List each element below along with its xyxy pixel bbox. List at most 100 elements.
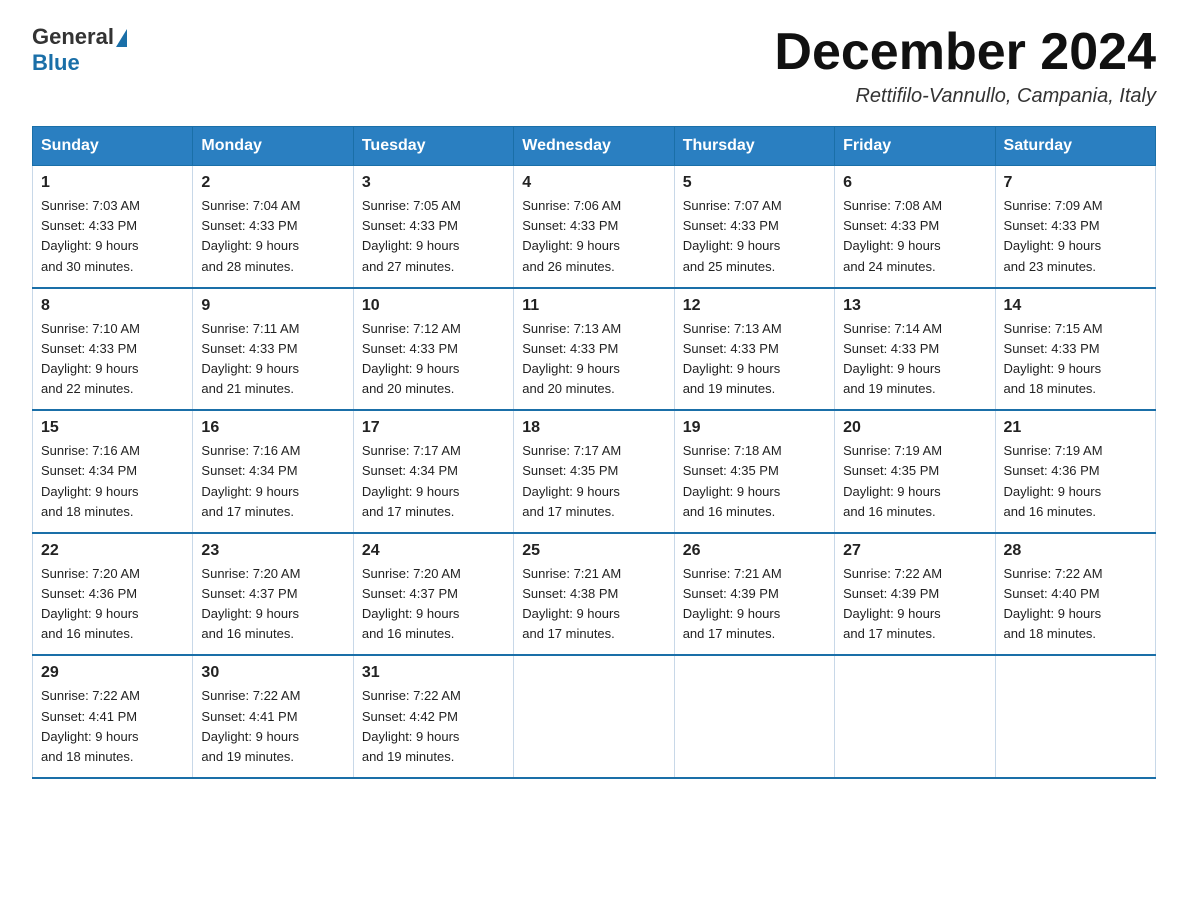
day-info: Sunrise: 7:20 AMSunset: 4:37 PMDaylight:…: [201, 564, 344, 645]
day-number: 18: [522, 419, 665, 437]
calendar-day-cell: 9 Sunrise: 7:11 AMSunset: 4:33 PMDayligh…: [193, 288, 353, 411]
calendar-day-cell: 27 Sunrise: 7:22 AMSunset: 4:39 PMDaylig…: [835, 533, 995, 656]
day-info: Sunrise: 7:16 AMSunset: 4:34 PMDaylight:…: [201, 441, 344, 522]
day-info: Sunrise: 7:22 AMSunset: 4:42 PMDaylight:…: [362, 686, 505, 767]
day-number: 1: [41, 174, 184, 192]
weekday-header-row: SundayMondayTuesdayWednesdayThursdayFrid…: [33, 127, 1156, 166]
weekday-header-sunday: Sunday: [33, 127, 193, 166]
day-info: Sunrise: 7:21 AMSunset: 4:38 PMDaylight:…: [522, 564, 665, 645]
calendar-day-cell: 2 Sunrise: 7:04 AMSunset: 4:33 PMDayligh…: [193, 166, 353, 288]
day-number: 15: [41, 419, 184, 437]
day-number: 2: [201, 174, 344, 192]
logo-text-general: General: [32, 24, 114, 50]
calendar-day-cell: 3 Sunrise: 7:05 AMSunset: 4:33 PMDayligh…: [353, 166, 513, 288]
day-number: 5: [683, 174, 826, 192]
weekday-header-thursday: Thursday: [674, 127, 834, 166]
calendar-day-cell: 4 Sunrise: 7:06 AMSunset: 4:33 PMDayligh…: [514, 166, 674, 288]
day-info: Sunrise: 7:13 AMSunset: 4:33 PMDaylight:…: [522, 319, 665, 400]
calendar-day-cell: 8 Sunrise: 7:10 AMSunset: 4:33 PMDayligh…: [33, 288, 193, 411]
calendar-day-cell: 30 Sunrise: 7:22 AMSunset: 4:41 PMDaylig…: [193, 655, 353, 778]
day-number: 29: [41, 664, 184, 682]
day-number: 12: [683, 297, 826, 315]
day-number: 13: [843, 297, 986, 315]
weekday-header-tuesday: Tuesday: [353, 127, 513, 166]
day-info: Sunrise: 7:15 AMSunset: 4:33 PMDaylight:…: [1004, 319, 1147, 400]
day-number: 10: [362, 297, 505, 315]
calendar-title: December 2024: [774, 24, 1156, 81]
day-number: 6: [843, 174, 986, 192]
day-number: 17: [362, 419, 505, 437]
calendar-table: SundayMondayTuesdayWednesdayThursdayFrid…: [32, 126, 1156, 779]
calendar-day-cell: 1 Sunrise: 7:03 AMSunset: 4:33 PMDayligh…: [33, 166, 193, 288]
day-number: 16: [201, 419, 344, 437]
calendar-day-cell: 6 Sunrise: 7:08 AMSunset: 4:33 PMDayligh…: [835, 166, 995, 288]
calendar-day-cell: 23 Sunrise: 7:20 AMSunset: 4:37 PMDaylig…: [193, 533, 353, 656]
day-info: Sunrise: 7:21 AMSunset: 4:39 PMDaylight:…: [683, 564, 826, 645]
calendar-day-cell: 24 Sunrise: 7:20 AMSunset: 4:37 PMDaylig…: [353, 533, 513, 656]
day-number: 21: [1004, 419, 1147, 437]
calendar-week-row: 15 Sunrise: 7:16 AMSunset: 4:34 PMDaylig…: [33, 410, 1156, 533]
day-info: Sunrise: 7:13 AMSunset: 4:33 PMDaylight:…: [683, 319, 826, 400]
calendar-day-cell: 13 Sunrise: 7:14 AMSunset: 4:33 PMDaylig…: [835, 288, 995, 411]
day-number: 4: [522, 174, 665, 192]
day-info: Sunrise: 7:03 AMSunset: 4:33 PMDaylight:…: [41, 196, 184, 277]
calendar-day-cell: 31 Sunrise: 7:22 AMSunset: 4:42 PMDaylig…: [353, 655, 513, 778]
calendar-day-cell: 15 Sunrise: 7:16 AMSunset: 4:34 PMDaylig…: [33, 410, 193, 533]
calendar-day-cell: 25 Sunrise: 7:21 AMSunset: 4:38 PMDaylig…: [514, 533, 674, 656]
calendar-empty-cell: [674, 655, 834, 778]
day-info: Sunrise: 7:20 AMSunset: 4:36 PMDaylight:…: [41, 564, 184, 645]
day-number: 28: [1004, 542, 1147, 560]
day-info: Sunrise: 7:12 AMSunset: 4:33 PMDaylight:…: [362, 319, 505, 400]
day-number: 20: [843, 419, 986, 437]
calendar-week-row: 29 Sunrise: 7:22 AMSunset: 4:41 PMDaylig…: [33, 655, 1156, 778]
day-number: 22: [41, 542, 184, 560]
calendar-empty-cell: [835, 655, 995, 778]
day-number: 8: [41, 297, 184, 315]
day-info: Sunrise: 7:09 AMSunset: 4:33 PMDaylight:…: [1004, 196, 1147, 277]
day-number: 27: [843, 542, 986, 560]
calendar-day-cell: 21 Sunrise: 7:19 AMSunset: 4:36 PMDaylig…: [995, 410, 1155, 533]
calendar-day-cell: 7 Sunrise: 7:09 AMSunset: 4:33 PMDayligh…: [995, 166, 1155, 288]
day-info: Sunrise: 7:16 AMSunset: 4:34 PMDaylight:…: [41, 441, 184, 522]
day-number: 11: [522, 297, 665, 315]
calendar-day-cell: 22 Sunrise: 7:20 AMSunset: 4:36 PMDaylig…: [33, 533, 193, 656]
calendar-day-cell: 16 Sunrise: 7:16 AMSunset: 4:34 PMDaylig…: [193, 410, 353, 533]
calendar-day-cell: 29 Sunrise: 7:22 AMSunset: 4:41 PMDaylig…: [33, 655, 193, 778]
weekday-header-saturday: Saturday: [995, 127, 1155, 166]
calendar-day-cell: 14 Sunrise: 7:15 AMSunset: 4:33 PMDaylig…: [995, 288, 1155, 411]
day-info: Sunrise: 7:19 AMSunset: 4:35 PMDaylight:…: [843, 441, 986, 522]
day-number: 26: [683, 542, 826, 560]
day-number: 30: [201, 664, 344, 682]
day-info: Sunrise: 7:05 AMSunset: 4:33 PMDaylight:…: [362, 196, 505, 277]
day-number: 24: [362, 542, 505, 560]
day-number: 14: [1004, 297, 1147, 315]
calendar-day-cell: 10 Sunrise: 7:12 AMSunset: 4:33 PMDaylig…: [353, 288, 513, 411]
logo-text-blue: Blue: [32, 50, 127, 76]
day-number: 19: [683, 419, 826, 437]
day-info: Sunrise: 7:06 AMSunset: 4:33 PMDaylight:…: [522, 196, 665, 277]
logo-triangle-icon: [116, 29, 127, 47]
day-number: 7: [1004, 174, 1147, 192]
day-info: Sunrise: 7:04 AMSunset: 4:33 PMDaylight:…: [201, 196, 344, 277]
calendar-location: Rettifilo-Vannullo, Campania, Italy: [774, 85, 1156, 108]
day-info: Sunrise: 7:19 AMSunset: 4:36 PMDaylight:…: [1004, 441, 1147, 522]
calendar-day-cell: 12 Sunrise: 7:13 AMSunset: 4:33 PMDaylig…: [674, 288, 834, 411]
day-info: Sunrise: 7:17 AMSunset: 4:35 PMDaylight:…: [522, 441, 665, 522]
day-info: Sunrise: 7:07 AMSunset: 4:33 PMDaylight:…: [683, 196, 826, 277]
day-number: 9: [201, 297, 344, 315]
calendar-day-cell: 28 Sunrise: 7:22 AMSunset: 4:40 PMDaylig…: [995, 533, 1155, 656]
day-number: 25: [522, 542, 665, 560]
calendar-empty-cell: [995, 655, 1155, 778]
day-info: Sunrise: 7:17 AMSunset: 4:34 PMDaylight:…: [362, 441, 505, 522]
page-header: General Blue December 2024 Rettifilo-Van…: [32, 24, 1156, 108]
calendar-day-cell: 20 Sunrise: 7:19 AMSunset: 4:35 PMDaylig…: [835, 410, 995, 533]
day-info: Sunrise: 7:22 AMSunset: 4:40 PMDaylight:…: [1004, 564, 1147, 645]
day-info: Sunrise: 7:14 AMSunset: 4:33 PMDaylight:…: [843, 319, 986, 400]
calendar-day-cell: 26 Sunrise: 7:21 AMSunset: 4:39 PMDaylig…: [674, 533, 834, 656]
day-info: Sunrise: 7:08 AMSunset: 4:33 PMDaylight:…: [843, 196, 986, 277]
title-block: December 2024 Rettifilo-Vannullo, Campan…: [774, 24, 1156, 108]
calendar-day-cell: 19 Sunrise: 7:18 AMSunset: 4:35 PMDaylig…: [674, 410, 834, 533]
day-info: Sunrise: 7:11 AMSunset: 4:33 PMDaylight:…: [201, 319, 344, 400]
day-info: Sunrise: 7:22 AMSunset: 4:41 PMDaylight:…: [41, 686, 184, 767]
day-info: Sunrise: 7:20 AMSunset: 4:37 PMDaylight:…: [362, 564, 505, 645]
